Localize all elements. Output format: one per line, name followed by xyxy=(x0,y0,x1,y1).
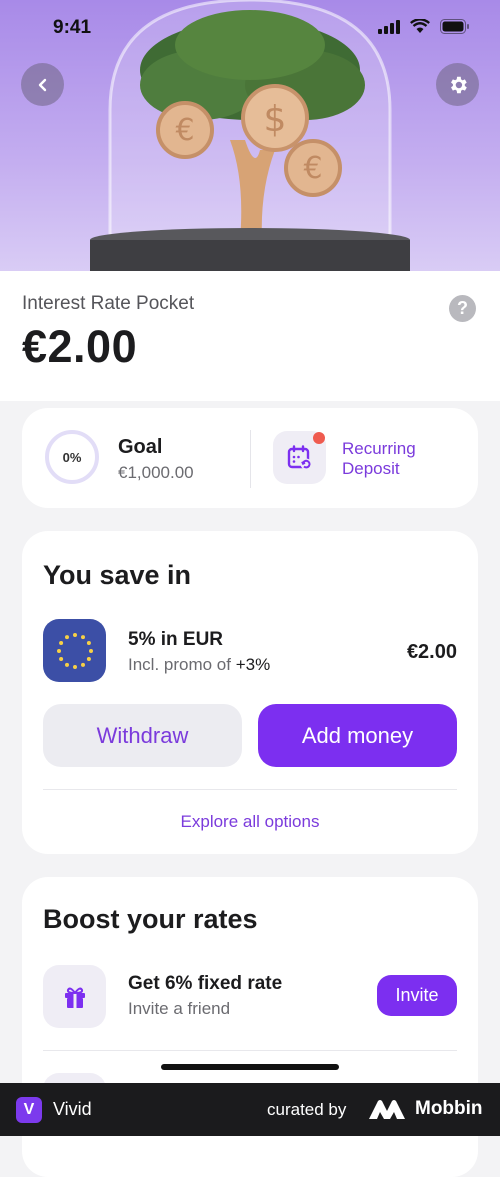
hero-banner: € $ € 9:41 xyxy=(0,0,500,271)
gift-glyph-icon xyxy=(64,987,85,1008)
add-money-button[interactable]: Add money xyxy=(258,704,457,767)
curated-by-label: curated by xyxy=(267,1100,347,1119)
invite-button[interactable]: Invite xyxy=(377,975,457,1016)
divider xyxy=(250,430,251,488)
app-name: Vivid xyxy=(53,1099,92,1119)
promo-rate: +3% xyxy=(235,655,271,674)
svg-text:€: € xyxy=(175,113,194,148)
eu-flag-icon xyxy=(43,619,106,682)
boost-row-title: Get 6% fixed rate xyxy=(128,973,283,994)
notification-dot xyxy=(313,432,325,444)
pocket-balance: €2.00 xyxy=(22,321,138,372)
calendar-refresh-icon xyxy=(287,444,311,469)
divider xyxy=(43,789,457,790)
status-icons xyxy=(378,19,470,34)
rate-subtitle: Incl. promo of +3% xyxy=(128,655,270,675)
svg-text:$: $ xyxy=(264,99,287,140)
savings-amount: €2.00 xyxy=(406,641,457,663)
home-indicator[interactable] xyxy=(161,1064,339,1070)
boost-row-subtitle: Invite a friend xyxy=(128,999,231,1018)
gear-icon xyxy=(450,76,467,93)
svg-text:€: € xyxy=(303,151,322,186)
vivid-logo-icon: V xyxy=(16,1097,42,1123)
pocket-content: Interest Rate Pocket €2.00 ? 0% Goal €1,… xyxy=(0,271,500,1177)
boost-title: Boost your rates xyxy=(43,904,258,934)
rate-subtitle-text: Incl. promo of xyxy=(128,655,236,674)
back-button[interactable] xyxy=(21,63,64,106)
wifi-icon xyxy=(410,19,430,33)
battery-icon xyxy=(440,19,469,34)
goal-card: 0% Goal €1,000.00 Recurring Deposit xyxy=(22,408,478,508)
footer-bar: V Vivid curated by Mobbin xyxy=(0,1083,500,1136)
recurring-deposit-label[interactable]: Recurring Deposit xyxy=(342,439,452,479)
withdraw-button[interactable]: Withdraw xyxy=(43,704,242,767)
goal-progress-ring: 0% xyxy=(45,430,99,484)
mobbin-logo-icon xyxy=(369,1100,405,1119)
goal-label[interactable]: Goal xyxy=(118,436,162,459)
status-time: 9:41 xyxy=(53,17,92,38)
savings-card: You save in 5% in EUR Incl. promo of +3%… xyxy=(22,531,478,854)
help-icon[interactable]: ? xyxy=(449,295,476,322)
chevron-left-icon xyxy=(38,78,46,91)
money-tree-illustration: € $ € xyxy=(90,0,410,271)
savings-title: You save in xyxy=(43,560,192,590)
rate-title: 5% in EUR xyxy=(128,629,224,650)
divider xyxy=(43,1050,457,1051)
settings-button[interactable] xyxy=(436,63,479,106)
explore-options-link[interactable]: Explore all options xyxy=(22,812,478,832)
cellular-signal-icon xyxy=(378,19,400,34)
mobbin-brand: Mobbin xyxy=(415,1098,483,1119)
eu-stars-icon xyxy=(56,632,93,669)
pocket-header: Interest Rate Pocket €2.00 ? xyxy=(0,271,500,401)
gift-icon xyxy=(43,965,106,1028)
goal-target: €1,000.00 xyxy=(118,463,194,482)
pocket-title: Interest Rate Pocket xyxy=(22,293,195,314)
